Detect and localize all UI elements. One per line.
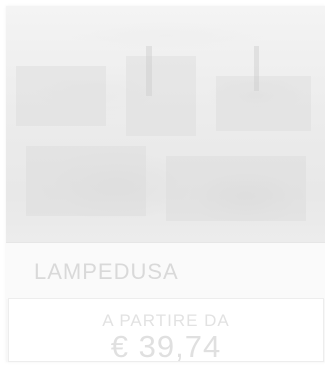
destination-card[interactable]: LAMPEDUSA A PARTIRE DA € 39,74 [6,6,325,362]
price-box[interactable]: A PARTIRE DA € 39,74 [8,298,324,362]
price-value: € 39,74 [110,329,222,362]
price-prefix-label: A PARTIRE DA [102,311,230,330]
destination-name-area: LAMPEDUSA [6,242,325,299]
destination-name: LAMPEDUSA [34,259,179,284]
city-photo[interactable] [6,6,325,242]
